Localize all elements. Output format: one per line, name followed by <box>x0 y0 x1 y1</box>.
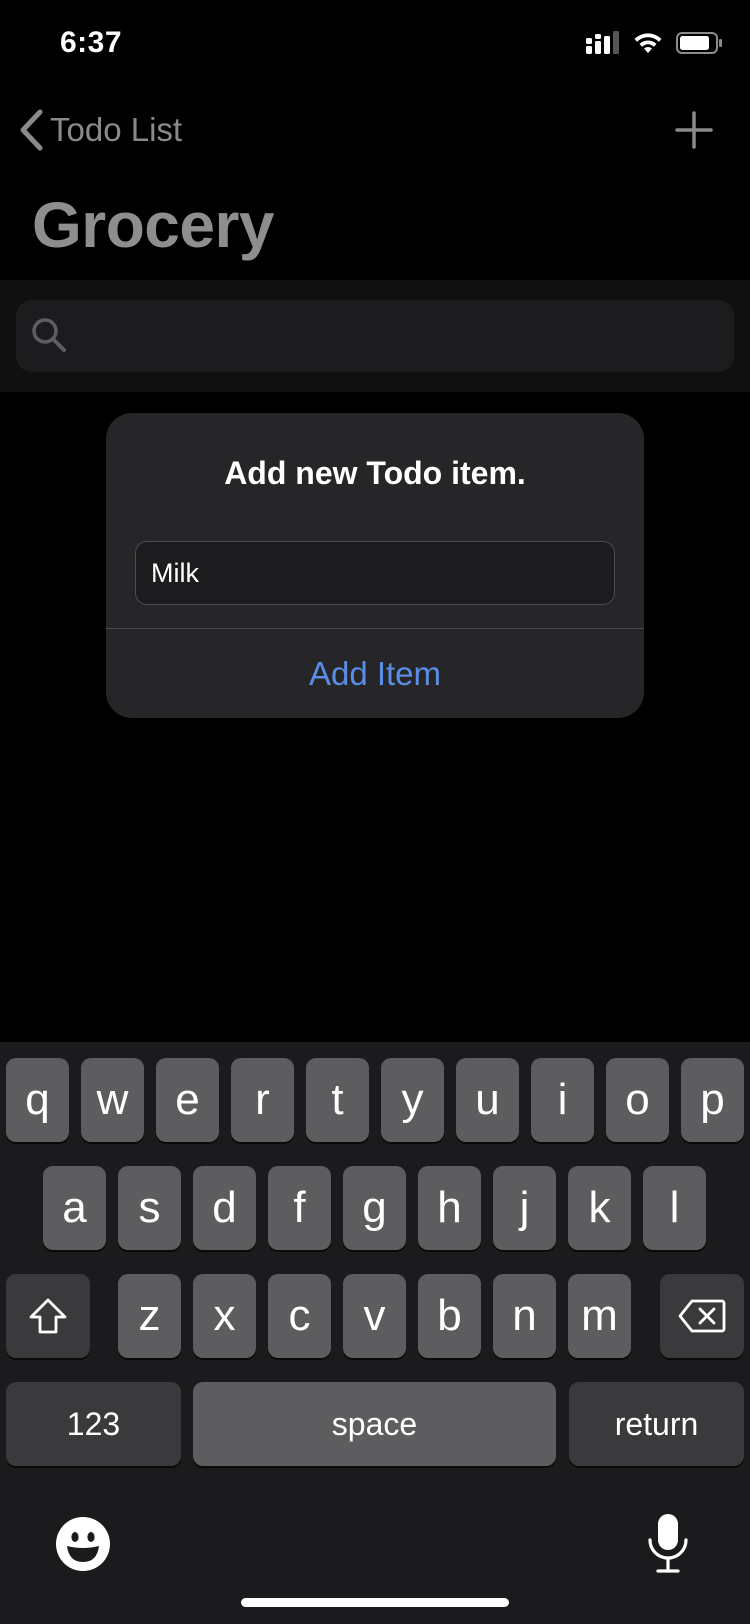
key-m[interactable]: m <box>568 1274 631 1358</box>
key-x[interactable]: x <box>193 1274 256 1358</box>
search-icon <box>32 318 66 352</box>
add-item-button[interactable]: Add Item <box>106 629 644 718</box>
cellular-signal-icon <box>586 31 619 54</box>
plus-icon <box>675 111 713 149</box>
key-o[interactable]: o <box>606 1058 669 1142</box>
key-k[interactable]: k <box>568 1166 631 1250</box>
return-key[interactable]: return <box>569 1382 744 1466</box>
emoji-icon[interactable] <box>55 1516 111 1572</box>
key-d[interactable]: d <box>193 1166 256 1250</box>
key-b[interactable]: b <box>418 1274 481 1358</box>
delete-key[interactable] <box>660 1274 744 1358</box>
key-t[interactable]: t <box>306 1058 369 1142</box>
add-item-alert: Add new Todo item. Milk Add Item <box>106 413 644 718</box>
key-e[interactable]: e <box>156 1058 219 1142</box>
search-input[interactable] <box>16 300 734 372</box>
key-a[interactable]: a <box>43 1166 106 1250</box>
key-j[interactable]: j <box>493 1166 556 1250</box>
key-u[interactable]: u <box>456 1058 519 1142</box>
key-y[interactable]: y <box>381 1058 444 1142</box>
shift-icon <box>29 1298 67 1334</box>
key-f[interactable]: f <box>268 1166 331 1250</box>
status-time: 6:37 <box>60 26 123 59</box>
key-n[interactable]: n <box>493 1274 556 1358</box>
home-indicator[interactable] <box>241 1598 509 1607</box>
space-key[interactable]: space <box>193 1382 556 1466</box>
wifi-icon <box>634 33 662 53</box>
key-s[interactable]: s <box>118 1166 181 1250</box>
key-z[interactable]: z <box>118 1274 181 1358</box>
shift-key[interactable] <box>6 1274 90 1358</box>
back-button[interactable]: Todo List <box>18 108 182 152</box>
key-g[interactable]: g <box>343 1166 406 1250</box>
battery-icon <box>676 32 722 54</box>
key-q[interactable]: q <box>6 1058 69 1142</box>
key-v[interactable]: v <box>343 1274 406 1358</box>
alert-title: Add new Todo item. <box>224 455 526 491</box>
numbers-key-label: 123 <box>66 1405 121 1442</box>
microphone-icon[interactable] <box>646 1512 690 1574</box>
back-label: Todo List <box>50 111 183 148</box>
todo-item-input[interactable]: Milk <box>135 541 615 605</box>
key-c[interactable]: c <box>268 1274 331 1358</box>
status-icons <box>584 30 724 56</box>
status-bar: 6:37 <box>0 0 750 90</box>
return-key-label: return <box>614 1405 699 1442</box>
backspace-icon <box>678 1299 726 1333</box>
key-r[interactable]: r <box>231 1058 294 1142</box>
key-p[interactable]: p <box>681 1058 744 1142</box>
numbers-key[interactable]: 123 <box>6 1382 181 1466</box>
add-button[interactable] <box>674 110 714 150</box>
chevron-left-icon <box>20 109 43 151</box>
key-i[interactable]: i <box>531 1058 594 1142</box>
key-l[interactable]: l <box>643 1166 706 1250</box>
key-w[interactable]: w <box>81 1058 144 1142</box>
page-title: Grocery <box>32 189 274 261</box>
space-key-label: space <box>331 1405 418 1442</box>
key-h[interactable]: h <box>418 1166 481 1250</box>
